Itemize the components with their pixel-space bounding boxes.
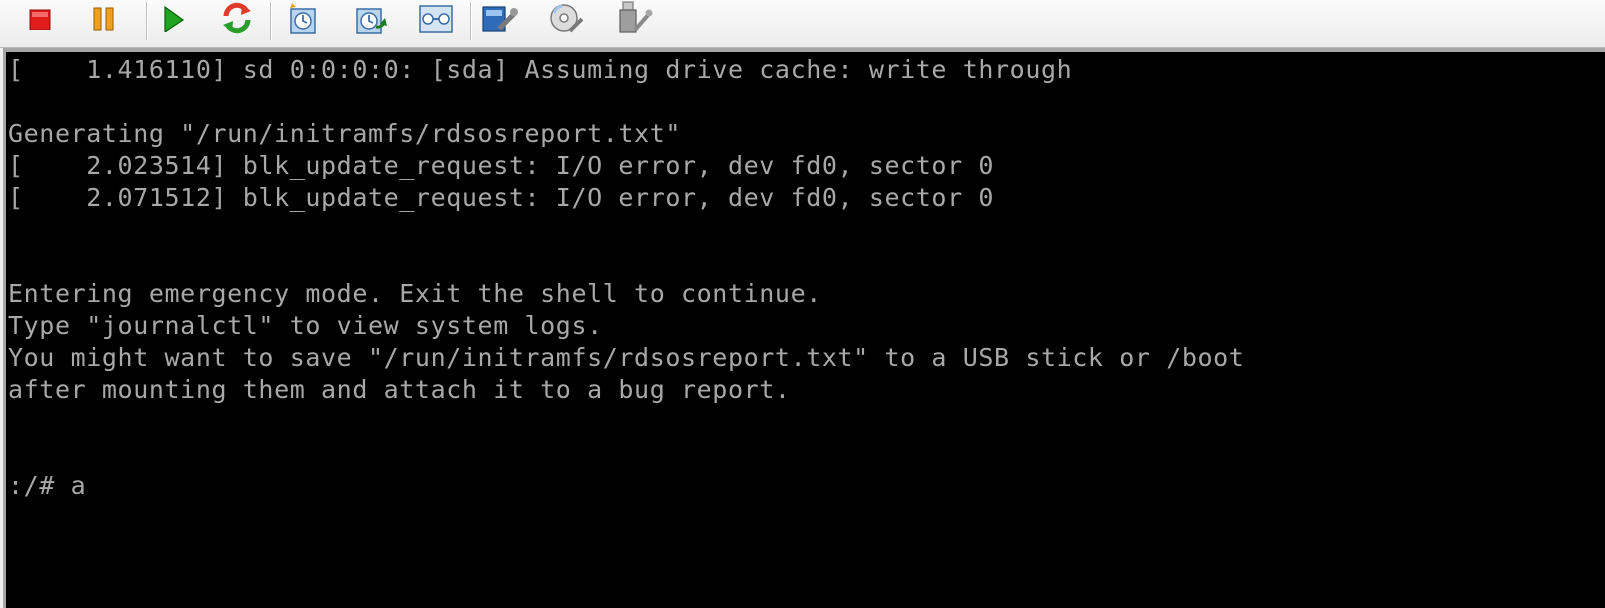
- revert-snapshot-icon: [352, 1, 388, 35]
- console-line: [ 1.416110] sd 0:0:0:0: [sda] Assuming d…: [8, 55, 1073, 84]
- console-line: Generating "/run/initramfs/rdsosreport.t…: [8, 119, 682, 148]
- power-on-button[interactable]: [155, 0, 191, 36]
- toolbar-separator: [146, 2, 148, 40]
- pause-button[interactable]: [86, 0, 122, 36]
- cd-icon: [548, 1, 584, 35]
- play-icon: [160, 4, 186, 32]
- console-line: [ 2.071512] blk_update_request: I/O erro…: [8, 183, 995, 212]
- snapshot-manager-button[interactable]: [418, 0, 454, 36]
- console-line: Entering emergency mode. Exit the shell …: [8, 279, 822, 308]
- usb-devices-button[interactable]: [615, 0, 653, 36]
- console-line: after mounting them and attach it to a b…: [8, 375, 791, 404]
- removable-devices-button[interactable]: [548, 0, 584, 36]
- toolbar-separator: [270, 2, 272, 40]
- vm-toolbar: [0, 0, 1605, 48]
- snapshot-manager-icon: [418, 1, 454, 35]
- console-line: Type "journalctl" to view system logs.: [8, 311, 603, 340]
- console-line: You might want to save "/run/initramfs/r…: [8, 343, 1245, 372]
- shell-prompt: :/# a: [8, 471, 87, 500]
- pause-icon: [91, 5, 117, 31]
- refresh-icon: [220, 1, 254, 35]
- console-frame: [ 1.416110] sd 0:0:0:0: [sda] Assuming d…: [3, 48, 1605, 608]
- console-output: [ 1.416110] sd 0:0:0:0: [sda] Assuming d…: [8, 54, 1244, 502]
- toolbar-separator: [470, 2, 472, 40]
- snapshot-icon: [288, 1, 320, 35]
- stop-icon: [28, 6, 52, 30]
- power-off-button[interactable]: [22, 0, 58, 36]
- vm-settings-button[interactable]: [482, 0, 518, 36]
- vm-console-screen[interactable]: [ 1.416110] sd 0:0:0:0: [sda] Assuming d…: [6, 52, 1605, 608]
- console-line: [ 2.023514] blk_update_request: I/O erro…: [8, 151, 995, 180]
- usb-icon: [615, 0, 653, 36]
- reset-button[interactable]: [219, 0, 255, 36]
- revert-snapshot-button[interactable]: [352, 0, 388, 36]
- settings-icon: [481, 1, 519, 35]
- vm-console-window: [ 1.416110] sd 0:0:0:0: [sda] Assuming d…: [0, 0, 1605, 608]
- take-snapshot-button[interactable]: [286, 0, 322, 36]
